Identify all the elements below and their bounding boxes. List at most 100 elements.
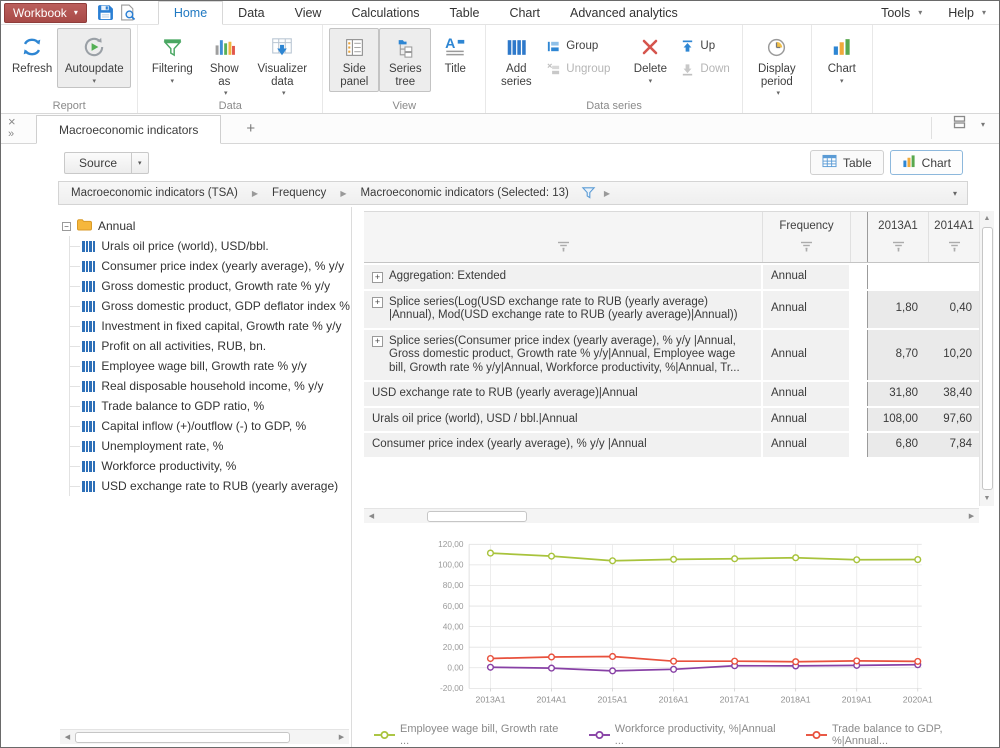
expand-box-icon[interactable]: +: [372, 297, 383, 308]
table-row[interactable]: +Splice series(Log(USD exchange rate to …: [364, 291, 979, 328]
table-row[interactable]: +Aggregation: ExtendedAnnual: [364, 265, 979, 289]
table-row[interactable]: +Splice series(Consumer price index (yea…: [364, 330, 979, 381]
value-cell-2013A1[interactable]: 6,80: [867, 433, 929, 457]
table-row[interactable]: USD exchange rate to RUB (yearly average…: [364, 382, 979, 406]
collapse-box-icon[interactable]: −: [62, 222, 71, 231]
print-preview-icon[interactable]: [119, 4, 136, 21]
menu-item-data[interactable]: Data: [223, 1, 279, 24]
menu-item-table[interactable]: Table: [435, 1, 495, 24]
frequency-cell[interactable]: Annual: [763, 330, 851, 381]
menu-item-home[interactable]: Home: [158, 1, 223, 25]
value-cell-2013A1[interactable]: 8,70: [867, 330, 929, 381]
value-cell-2013A1[interactable]: 1,80: [867, 291, 929, 328]
series-name-cell[interactable]: Consumer price index (yearly average), %…: [364, 433, 763, 457]
tree-item[interactable]: Investment in fixed capital, Growth rate…: [70, 316, 351, 336]
value-cell-2014A1[interactable]: 0,40: [929, 291, 979, 328]
tree-item[interactable]: Consumer price index (yearly average), %…: [70, 256, 351, 276]
source-dropdown-button[interactable]: ▾: [132, 152, 149, 174]
tree-item[interactable]: Gross domestic product, GDP deflator ind…: [70, 296, 351, 316]
breadcrumb-item[interactable]: Macroeconomic indicators (Selected: 13): [356, 187, 572, 199]
scroll-up-icon[interactable]: ▲: [980, 211, 995, 226]
tree-item[interactable]: Employee wage bill, Growth rate % y/y: [70, 356, 351, 376]
refresh-button[interactable]: Refresh: [7, 28, 57, 79]
visualizer-data-button[interactable]: Visualizer data▾: [248, 28, 316, 100]
menu-item-advanced-analytics[interactable]: Advanced analytics: [555, 1, 693, 24]
menu-item-view[interactable]: View: [280, 1, 337, 24]
title-button[interactable]: A Title: [431, 28, 479, 79]
scroll-right-icon[interactable]: ▶: [964, 509, 979, 524]
expand-box-icon[interactable]: +: [372, 336, 383, 347]
down-button[interactable]: Down: [676, 59, 733, 79]
value-cell-2014A1[interactable]: 38,40: [929, 382, 979, 406]
filter-icon[interactable]: [948, 241, 961, 255]
legend-item[interactable]: Employee wage bill, Growth rate ...: [374, 723, 563, 747]
source-button[interactable]: Source: [64, 152, 132, 174]
close-icon[interactable]: ×: [8, 115, 16, 128]
group-button[interactable]: Group: [542, 36, 614, 56]
tree-item[interactable]: Unemployment rate, %: [70, 436, 351, 456]
tree-item[interactable]: Gross domestic product, Growth rate % y/…: [70, 276, 351, 296]
frequency-cell[interactable]: Annual: [763, 408, 851, 432]
value-cell-2013A1[interactable]: [867, 265, 929, 289]
tree-item[interactable]: Profit on all activities, RUB, bn.: [70, 336, 351, 356]
tree-horizontal-scrollbar[interactable]: ◀ ▶: [60, 729, 349, 744]
tree-item[interactable]: Trade balance to GDP ratio, %: [70, 396, 351, 416]
chevron-down-icon[interactable]: ▾: [953, 189, 959, 198]
header-cell-series[interactable]: [364, 212, 763, 262]
filter-icon[interactable]: [557, 241, 570, 255]
menu-item-calculations[interactable]: Calculations: [336, 1, 434, 24]
tree-item[interactable]: USD exchange rate to RUB (yearly average…: [70, 476, 351, 496]
delete-button[interactable]: Delete ▾: [626, 28, 674, 88]
add-series-button[interactable]: Add series: [492, 28, 540, 92]
menu-item-help[interactable]: Help ▾: [935, 6, 999, 20]
filter-icon[interactable]: [800, 241, 813, 255]
header-cell-2013A1[interactable]: 2013A1: [867, 212, 929, 262]
filtering-button[interactable]: Filtering ▾: [144, 28, 200, 88]
series-name-cell[interactable]: +Splice series(Log(USD exchange rate to …: [364, 291, 763, 328]
series-name-cell[interactable]: +Aggregation: Extended: [364, 265, 763, 289]
scrollbar-thumb[interactable]: [427, 511, 527, 522]
filter-icon[interactable]: [892, 241, 905, 255]
table-row[interactable]: Consumer price index (yearly average), %…: [364, 433, 979, 457]
legend-item[interactable]: Workforce productivity, %|Annual ...: [589, 723, 780, 747]
autoupdate-button[interactable]: Autoupdate ▾: [57, 28, 131, 88]
table-row[interactable]: Urals oil price (world), USD / bbl.|Annu…: [364, 408, 979, 432]
show-as-button[interactable]: Show as▾: [200, 28, 248, 100]
expand-box-icon[interactable]: +: [372, 272, 383, 283]
frequency-cell[interactable]: Annual: [763, 433, 851, 457]
series-tree-button[interactable]: Series tree: [379, 28, 431, 92]
tree-item[interactable]: Workforce productivity, %: [70, 456, 351, 476]
value-cell-2014A1[interactable]: 97,60: [929, 408, 979, 432]
add-tab-button[interactable]: +: [221, 120, 280, 143]
menu-item-tools[interactable]: Tools ▾: [868, 6, 935, 20]
tree-root-annual[interactable]: − Annual: [62, 216, 351, 236]
header-cell-2014A1[interactable]: 2014A1: [929, 212, 979, 262]
collapse-chevrons-icon[interactable]: »: [8, 128, 16, 141]
chart-ribbon-button[interactable]: Chart ▾: [818, 28, 866, 88]
value-cell-2014A1[interactable]: [929, 265, 979, 289]
series-name-cell[interactable]: Urals oil price (world), USD / bbl.|Annu…: [364, 408, 763, 432]
frequency-cell[interactable]: Annual: [763, 382, 851, 406]
series-name-cell[interactable]: +Splice series(Consumer price index (yea…: [364, 330, 763, 381]
tree-item[interactable]: Real disposable household income, % y/y: [70, 376, 351, 396]
scrollbar-thumb[interactable]: [75, 732, 290, 743]
legend-item[interactable]: Trade balance to GDP, %|Annual...: [806, 723, 994, 747]
value-cell-2013A1[interactable]: 108,00: [867, 408, 929, 432]
value-cell-2014A1[interactable]: 10,20: [929, 330, 979, 381]
chevron-down-icon[interactable]: ▾: [981, 120, 985, 129]
chart-view-button[interactable]: Chart: [890, 150, 963, 175]
breadcrumb-item[interactable]: Macroeconomic indicators (TSA): [67, 187, 242, 199]
scroll-left-icon[interactable]: ◀: [364, 509, 379, 524]
frequency-cell[interactable]: Annual: [763, 265, 851, 289]
document-tab-active[interactable]: Macroeconomic indicators: [36, 115, 221, 144]
header-cell-frequency[interactable]: Frequency: [763, 212, 851, 262]
side-panel-button[interactable]: Side panel: [329, 28, 379, 92]
workbook-menu-button[interactable]: Workbook ▾: [4, 3, 87, 23]
line-chart[interactable]: -20,000,0020,0040,0060,0080,00100,00120,…: [364, 538, 992, 720]
table-view-button[interactable]: Table: [810, 150, 884, 175]
tree-item[interactable]: Capital inflow (+)/outflow (-) to GDP, %: [70, 416, 351, 436]
frequency-cell[interactable]: Annual: [763, 291, 851, 328]
ungroup-button[interactable]: Ungroup: [542, 59, 614, 79]
save-icon[interactable]: [97, 4, 114, 21]
up-button[interactable]: Up: [676, 36, 733, 56]
